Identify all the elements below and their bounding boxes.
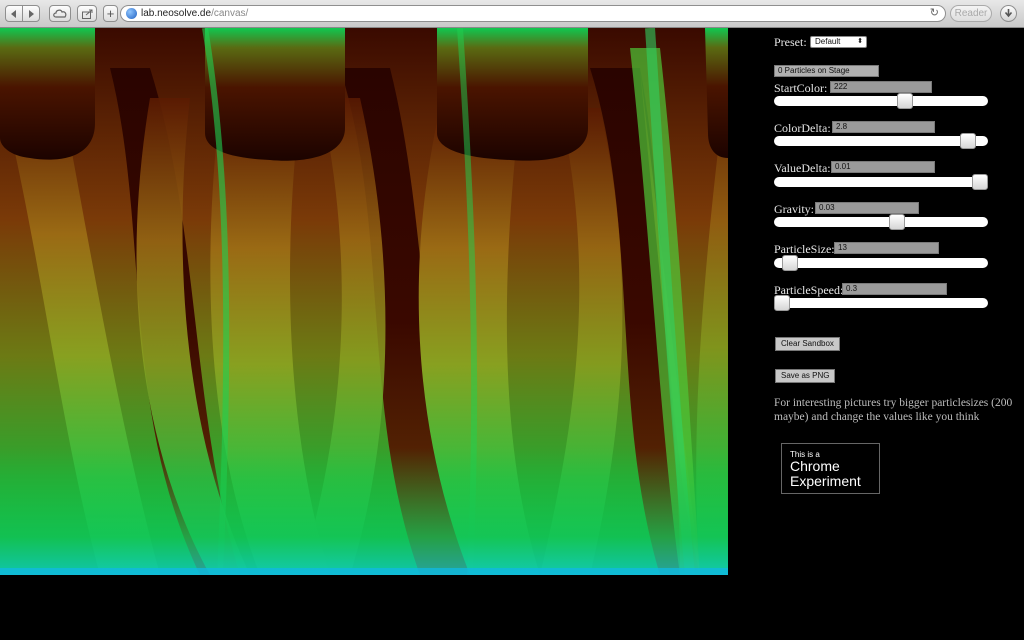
- startcolor-label: StartColor:: [774, 81, 828, 95]
- particle-artwork: [0, 28, 728, 575]
- hint-text: For interesting pictures try bigger part…: [774, 397, 1013, 423]
- badge-title-line1: Chrome: [790, 458, 840, 474]
- particlesize-slider[interactable]: [774, 255, 988, 271]
- particle-canvas[interactable]: [0, 28, 728, 575]
- valuedelta-slider[interactable]: [774, 174, 988, 190]
- control-panel: Preset: Default ⬍ 0 Particles on Stage S…: [728, 28, 1024, 575]
- slider-thumb[interactable]: [972, 174, 988, 190]
- url-text: lab.neosolve.de/canvas/: [141, 7, 248, 20]
- valuedelta-label: ValueDelta:: [774, 161, 831, 175]
- particle-count-field: 0 Particles on Stage: [774, 65, 879, 77]
- globe-icon: [126, 8, 137, 19]
- reader-button[interactable]: Reader: [950, 5, 992, 22]
- browser-toolbar: + lab.neosolve.de/canvas/ ↻ Reader: [0, 0, 1024, 28]
- downloads-button[interactable]: [1000, 5, 1017, 22]
- colordelta-label: ColorDelta:: [774, 121, 831, 135]
- valuedelta-input[interactable]: 0.01: [831, 161, 935, 173]
- reload-icon[interactable]: ↻: [930, 7, 939, 20]
- slider-thumb[interactable]: [782, 255, 798, 271]
- gravity-input[interactable]: 0.03: [815, 202, 919, 214]
- colordelta-slider[interactable]: [774, 133, 988, 149]
- slider-thumb[interactable]: [897, 93, 913, 109]
- download-icon: [1004, 9, 1013, 18]
- back-button[interactable]: [5, 5, 23, 22]
- cloud-icon: [53, 9, 67, 18]
- colordelta-input[interactable]: 2.8: [832, 121, 935, 133]
- preset-value: Default: [815, 37, 841, 46]
- share-icon: [81, 9, 92, 19]
- new-tab-button[interactable]: +: [103, 5, 118, 22]
- gravity-slider[interactable]: [774, 214, 988, 230]
- url-path: /canvas/: [211, 8, 249, 19]
- preset-select[interactable]: Default ⬍: [810, 36, 867, 48]
- page-bottom-area: [0, 575, 1024, 640]
- save-png-button[interactable]: Save as PNG: [775, 369, 836, 383]
- icloud-button[interactable]: [49, 5, 71, 22]
- startcolor-input[interactable]: 222: [830, 81, 932, 93]
- badge-title-line2: Experiment: [790, 473, 861, 489]
- particlesize-input[interactable]: 13: [834, 242, 939, 254]
- startcolor-slider[interactable]: [774, 93, 988, 109]
- forward-button[interactable]: [22, 5, 40, 22]
- slider-thumb[interactable]: [960, 133, 976, 149]
- forward-arrow-icon: [29, 9, 34, 18]
- preset-label: Preset:: [774, 35, 807, 49]
- gravity-label: Gravity:: [774, 202, 814, 216]
- back-arrow-icon: [11, 9, 16, 18]
- particlespeed-input[interactable]: 0.3: [842, 283, 947, 295]
- select-arrows-icon: ⬍: [857, 38, 863, 45]
- share-button[interactable]: [77, 5, 97, 22]
- chrome-experiment-badge[interactable]: This is a Chrome Experiment: [781, 443, 880, 494]
- address-bar[interactable]: lab.neosolve.de/canvas/ ↻: [120, 5, 946, 22]
- particlespeed-slider[interactable]: [774, 295, 988, 311]
- clear-sandbox-button[interactable]: Clear Sandbox: [775, 337, 840, 351]
- slider-thumb[interactable]: [889, 214, 905, 230]
- slider-thumb[interactable]: [774, 295, 790, 311]
- url-host: lab.neosolve.de: [141, 8, 212, 19]
